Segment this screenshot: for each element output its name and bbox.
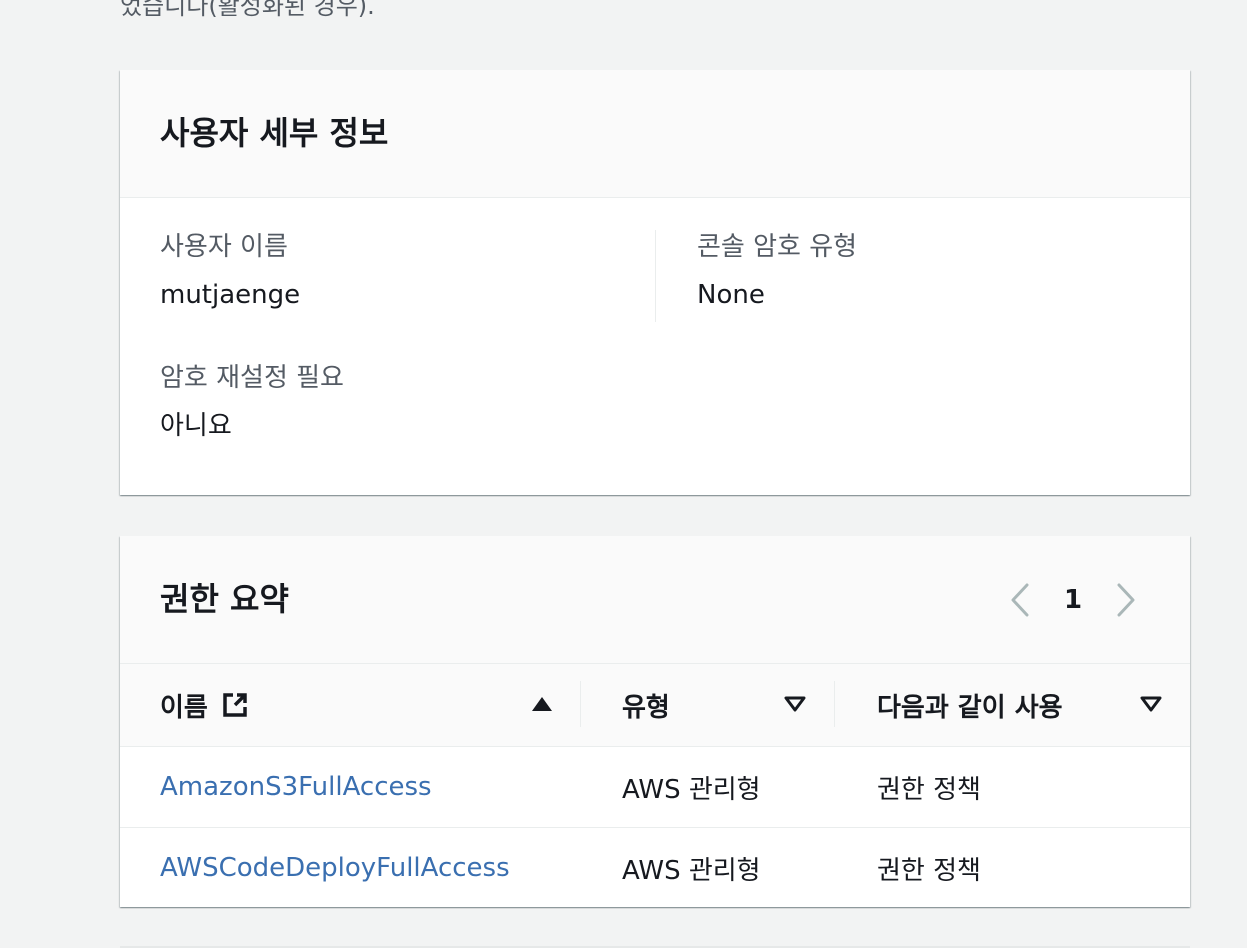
console-password-type-label: 콘솔 암호 유형: [697, 232, 858, 262]
table-body: AmazonS3FullAccess AWS 관리형 권한 정책 AWSCode…: [120, 747, 1190, 908]
current-page-number[interactable]: 1: [1058, 585, 1088, 615]
external-link-icon[interactable]: [220, 690, 250, 720]
policy-name-link[interactable]: AWSCodeDeployFullAccess: [160, 828, 510, 908]
sort-unsorted-icon[interactable]: [1139, 692, 1163, 716]
username-label: 사용자 이름: [160, 232, 288, 262]
next-page-button[interactable]: [1112, 580, 1140, 620]
page: 었습니다(활성화된 경우). 사용자 세부 정보 사용자 이름 mutjaeng…: [0, 0, 1247, 948]
chevron-right-icon: [1117, 583, 1135, 617]
column-separator: [580, 681, 581, 727]
column-header-used-as[interactable]: 다음과 같이 사용: [877, 664, 1063, 746]
user-details-card: 사용자 세부 정보 사용자 이름 mutjaenge 콘솔 암호 유형 None…: [120, 70, 1190, 495]
policy-used-as-cell: 권한 정책: [877, 855, 981, 886]
description-text: 었습니다(활성화된 경우).: [120, 0, 375, 20]
username-value: mutjaenge: [160, 280, 301, 310]
column-header-name-label: 이름: [160, 692, 208, 723]
column-separator: [834, 681, 835, 727]
username-field: 사용자 이름 mutjaenge: [160, 230, 620, 312]
password-reset-label: 암호 재설정 필요: [160, 363, 344, 393]
permissions-summary-card: 권한 요약 1 이름 유형 다음과 같이 사용 AmazonS3FullAcce…: [120, 536, 1190, 907]
password-reset-value: 아니요: [160, 411, 232, 441]
pagination: 1: [1006, 580, 1140, 620]
policy-used-as-cell: 권한 정책: [877, 774, 981, 805]
policy-type-cell: AWS 관리형: [622, 774, 761, 805]
permissions-title: 권한 요약: [160, 580, 289, 618]
column-header-name[interactable]: 이름: [160, 664, 250, 746]
console-password-type-field: 콘솔 암호 유형 None: [697, 230, 1157, 312]
policy-name-link[interactable]: AmazonS3FullAccess: [160, 747, 432, 827]
table-row: AWSCodeDeployFullAccess AWS 관리형 권한 정책: [120, 828, 1190, 908]
table-header: 이름 유형 다음과 같이 사용: [120, 664, 1190, 747]
user-details-grid: 사용자 이름 mutjaenge 콘솔 암호 유형 None 암호 재설정 필요…: [120, 198, 1190, 495]
table-row: AmazonS3FullAccess AWS 관리형 권한 정책: [120, 747, 1190, 828]
password-reset-field: 암호 재설정 필요 아니요: [160, 361, 620, 443]
sort-unsorted-icon[interactable]: [783, 692, 807, 716]
user-details-title: 사용자 세부 정보: [160, 114, 389, 152]
column-header-used-as-label: 다음과 같이 사용: [877, 692, 1063, 723]
card-header: 사용자 세부 정보: [120, 70, 1190, 198]
sort-ascending-icon[interactable]: [530, 692, 554, 716]
previous-page-button[interactable]: [1006, 580, 1034, 620]
card-header: 권한 요약 1: [120, 536, 1190, 664]
column-header-type-label: 유형: [622, 692, 670, 723]
column-divider: [655, 230, 656, 322]
console-password-type-value: None: [697, 280, 765, 310]
policy-type-cell: AWS 관리형: [622, 855, 761, 886]
column-header-type[interactable]: 유형: [622, 664, 670, 746]
chevron-left-icon: [1011, 583, 1029, 617]
